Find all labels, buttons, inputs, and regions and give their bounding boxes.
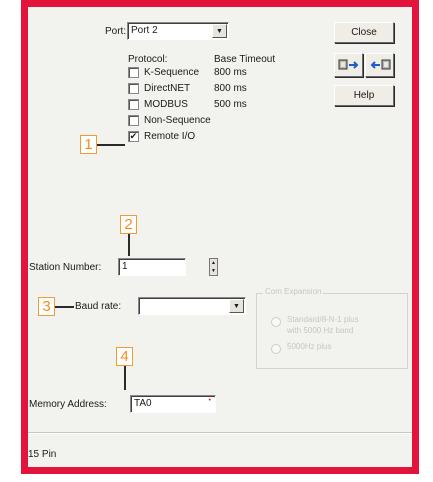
callout-3-leader <box>55 306 74 308</box>
timeout-directnet: 800 ms <box>214 83 247 94</box>
station-number-spinner[interactable]: ▲ ▼ <box>209 258 218 276</box>
station-number-input[interactable]: 1 <box>118 258 186 276</box>
option-5000hz-radio[interactable] <box>271 344 281 354</box>
read-from-plc-button[interactable] <box>334 53 363 77</box>
station-number-value: 1 <box>122 261 128 272</box>
marker-icon: • <box>208 397 211 404</box>
memory-address-value: TA0 <box>134 398 152 409</box>
pc-to-plc-icon <box>370 59 390 70</box>
protocol-checkbox-modbus[interactable] <box>128 99 139 110</box>
option-standard-sublabel: with 5000 Hz band <box>287 326 354 335</box>
memory-address-input[interactable]: TA0 • <box>130 395 216 413</box>
callout-2: 2 <box>120 215 137 234</box>
protocol-header: Protocol: <box>128 54 168 65</box>
option-5000hz-label: 5000Hz plus <box>287 342 332 351</box>
help-button[interactable]: Help <box>334 85 394 106</box>
callout-2-leader <box>128 234 130 256</box>
protocol-label-remoteio: Remote I/O <box>144 131 196 142</box>
option-standard-radio[interactable] <box>271 317 281 327</box>
protocol-label-modbus: MODBUS <box>144 99 188 110</box>
timeout-modbus: 500 ms <box>214 99 247 110</box>
com-expansion-group: Com Expansion Standard/8-N-1 plus with 5… <box>256 287 408 369</box>
callout-1: 1 <box>80 135 97 154</box>
protocol-checkbox-nonsequence[interactable] <box>128 115 139 126</box>
protocol-label-ksequence: K-Sequence <box>144 67 200 78</box>
plc-to-pc-icon <box>338 59 358 70</box>
baud-rate-label: Baud rate: <box>75 301 122 312</box>
timeout-header: Base Timeout <box>214 54 276 65</box>
option-standard-label: Standard/8-N-1 plus <box>287 315 359 324</box>
highlight-frame: Port: Port 2 ▼ Protocol: Base Timeout K-… <box>21 0 419 474</box>
status-separator <box>28 432 412 434</box>
memory-address-label: Memory Address: <box>29 399 107 410</box>
callout-4: 4 <box>116 347 133 366</box>
callout-4-leader <box>124 366 126 390</box>
write-to-plc-button[interactable] <box>365 53 394 77</box>
port-label: Port: <box>105 26 127 37</box>
chevron-down-icon[interactable]: ▼ <box>229 299 244 313</box>
protocol-label-nonsequence: Non-Sequence <box>144 115 211 126</box>
chevron-down-icon[interactable]: ▼ <box>212 24 227 38</box>
close-button[interactable]: Close <box>334 22 394 43</box>
spin-down-icon[interactable]: ▼ <box>211 268 216 274</box>
group-title: Com Expansion <box>263 287 324 296</box>
port-value: Port 2 <box>131 25 158 36</box>
timeout-ksequence: 800 ms <box>214 67 247 78</box>
protocol-checkbox-directnet[interactable] <box>128 83 139 94</box>
protocol-checkbox-remoteio[interactable]: ✔ <box>128 131 139 142</box>
port-setup-dialog: Port: Port 2 ▼ Protocol: Base Timeout K-… <box>28 7 412 467</box>
spin-up-icon[interactable]: ▲ <box>211 260 216 266</box>
status-text: 15 Pin <box>28 449 57 460</box>
callout-3: 3 <box>38 297 55 316</box>
baud-rate-select[interactable]: ▼ <box>138 297 246 315</box>
callout-1-leader <box>97 144 125 146</box>
protocol-checkbox-ksequence[interactable] <box>128 67 139 78</box>
station-number-label: Station Number: <box>29 262 102 273</box>
port-select[interactable]: Port 2 ▼ <box>127 22 229 40</box>
protocol-label-directnet: DirectNET <box>144 83 191 94</box>
